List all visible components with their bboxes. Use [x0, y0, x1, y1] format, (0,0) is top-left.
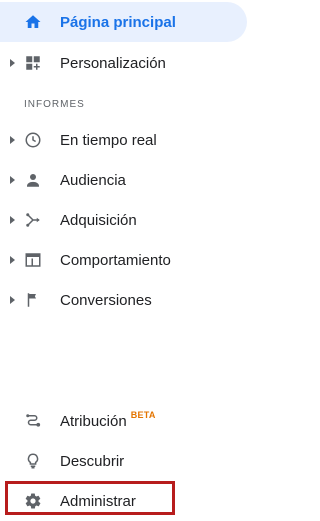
expand-caret-icon — [10, 256, 15, 264]
behavior-icon — [25, 253, 41, 267]
attribution-icon — [26, 414, 41, 427]
nav-item-attribution[interactable]: Atribución BETA — [0, 401, 247, 441]
expand-caret-icon — [10, 136, 15, 144]
nav-item-audience[interactable]: Audiencia — [0, 160, 247, 200]
expand-caret-icon — [10, 176, 15, 184]
gear-icon — [25, 493, 41, 509]
nav-item-label: Administrar — [60, 492, 136, 510]
expand-caret-icon — [10, 296, 15, 304]
person-icon — [27, 174, 39, 187]
nav-item-home[interactable]: Página principal — [0, 2, 247, 42]
nav-item-behavior[interactable]: Comportamiento — [0, 240, 247, 280]
nav-item-label: Comportamiento — [60, 251, 171, 269]
nav-item-realtime[interactable]: En tiempo real — [0, 120, 247, 160]
flag-icon — [27, 293, 36, 307]
nav-item-label: En tiempo real — [60, 131, 157, 149]
nav-item-label: Personalización — [60, 54, 166, 72]
nav-item-label-group: Atribución BETA — [60, 409, 156, 430]
nav-item-label: Atribución — [60, 412, 127, 430]
lightbulb-icon — [27, 453, 39, 469]
expand-caret-icon — [10, 216, 15, 224]
nav-item-customization[interactable]: Personalización — [0, 43, 247, 83]
dashboard-icon — [26, 56, 40, 70]
nav-item-label: Audiencia — [60, 171, 126, 189]
home-icon — [25, 15, 41, 28]
nav-item-discover[interactable]: Descubrir — [0, 441, 247, 481]
nav-item-label: Adquisición — [60, 211, 137, 229]
expand-caret-icon — [10, 59, 15, 67]
nav-item-label: Página principal — [60, 13, 176, 31]
section-label-reports: INFORMES — [24, 99, 85, 110]
nav-item-acquisition[interactable]: Adquisición — [0, 200, 247, 240]
nav-item-conversions[interactable]: Conversiones — [0, 280, 247, 320]
nav-item-label: Conversiones — [60, 291, 152, 309]
acquisition-icon — [26, 213, 40, 227]
nav-item-admin[interactable]: Administrar — [0, 481, 247, 521]
beta-badge: BETA — [130, 409, 156, 420]
clock-icon — [25, 132, 41, 148]
nav-item-label: Descubrir — [60, 452, 125, 470]
